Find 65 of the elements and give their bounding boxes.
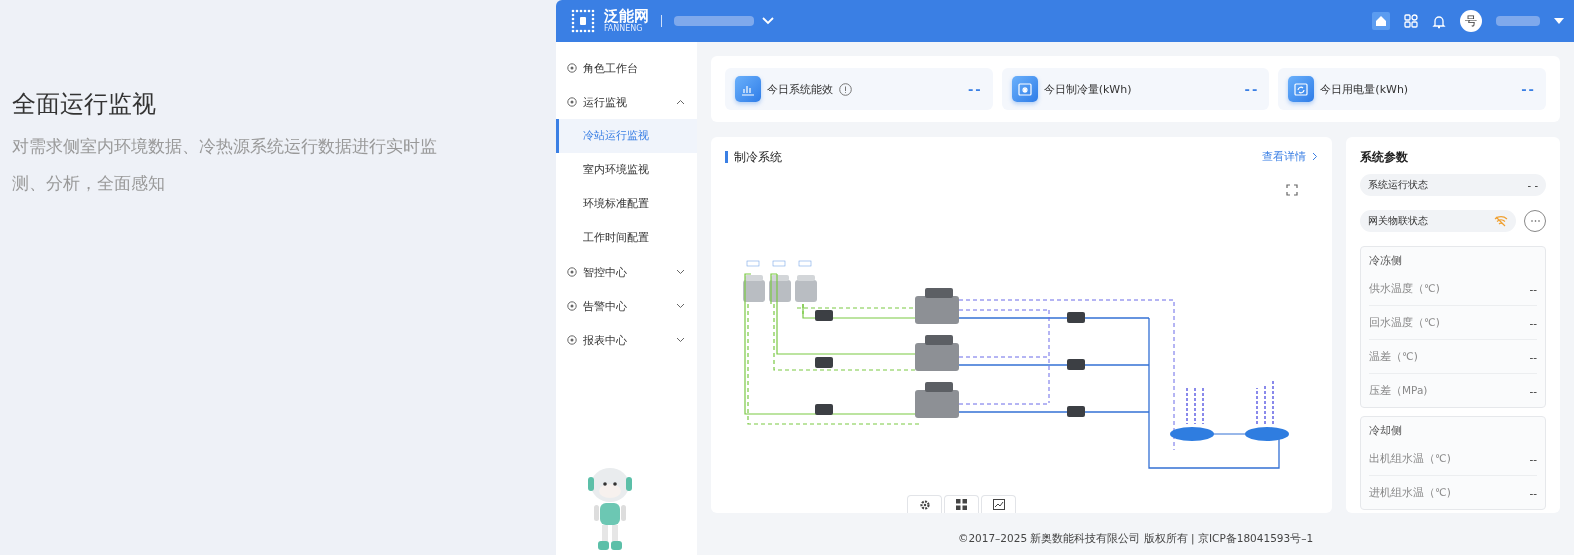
- trend-chart-button[interactable]: [981, 495, 1016, 513]
- nav-item[interactable]: 智控中心: [556, 255, 697, 289]
- card-title: 系统参数: [1360, 149, 1409, 166]
- nav-subitem[interactable]: 冷站运行监视: [556, 119, 697, 153]
- nav-subitem[interactable]: 工作时间配置: [556, 221, 697, 255]
- more-button[interactable]: [1524, 210, 1546, 232]
- chevron-right-icon: [1312, 152, 1318, 161]
- kpi-value: --: [967, 81, 983, 97]
- kpi-label: 今日用电量(kWh): [1320, 81, 1409, 97]
- param-label: 出机组水温（℃): [1369, 451, 1451, 466]
- logo-text: 泛能网: [604, 9, 649, 24]
- group-title: 冷冻侧: [1369, 253, 1403, 268]
- circle-dot-icon: [567, 335, 577, 345]
- kpi-value: --: [1521, 81, 1536, 97]
- kpi-label: 今日系统能效: [767, 81, 833, 97]
- footer-text: ©2017–2025 新奥数能科技有限公司 版权所有 | 京ICP备18041593号–1: [956, 531, 1315, 547]
- param-label: 进机组水温（℃): [1369, 485, 1451, 500]
- intro-title: 全面运行监视: [12, 89, 157, 120]
- grid-icon: [956, 499, 967, 510]
- nav-item[interactable]: 告警中心: [556, 289, 697, 323]
- circle-dot-icon: [567, 63, 577, 73]
- dot-grid-logo-icon: [570, 9, 596, 33]
- home-icon[interactable]: [1372, 12, 1390, 30]
- param-label: 回水温度（℃): [1369, 315, 1440, 330]
- circle-dot-icon: [567, 301, 577, 311]
- user-avatar[interactable]: 号: [1460, 10, 1482, 32]
- apps-icon[interactable]: [1404, 14, 1418, 28]
- wifi-icon: [1494, 215, 1508, 227]
- card-title: 制冷系统: [725, 150, 782, 163]
- grid-view-button[interactable]: [944, 495, 979, 513]
- param-value: --: [1529, 384, 1537, 397]
- circle-dot-icon: [567, 97, 577, 107]
- chevron-down-icon[interactable]: [762, 17, 774, 25]
- bell-icon[interactable]: [1432, 13, 1446, 29]
- nav-item[interactable]: 报表中心: [556, 323, 697, 357]
- logo-subtext: FANNENG: [604, 25, 643, 33]
- param-label: 供水温度（℃): [1369, 281, 1440, 296]
- param-value: --: [1529, 350, 1537, 363]
- fullscreen-icon[interactable]: [1286, 184, 1298, 196]
- param-label: 温差（℃): [1369, 349, 1418, 364]
- param-label: 压差（MPa): [1369, 383, 1428, 398]
- param-value: --: [1529, 452, 1537, 465]
- nav-item[interactable]: 角色工作台: [556, 51, 697, 85]
- param-value: --: [1529, 282, 1537, 295]
- circle-dot-icon: [567, 267, 577, 277]
- param-value: --: [1529, 316, 1537, 329]
- caret-down-icon[interactable]: [1554, 18, 1564, 24]
- details-link[interactable]: 查看详情: [1262, 149, 1318, 164]
- line-chart-icon: [992, 499, 1005, 510]
- gear-icon: [918, 498, 931, 511]
- nav-subitem[interactable]: 环境标准配置: [556, 187, 697, 221]
- kpi-label: 今日制冷量(kWh): [1043, 81, 1132, 97]
- status-label: 系统运行状态: [1368, 178, 1428, 192]
- param-value: --: [1529, 486, 1537, 499]
- nav-subitem[interactable]: 室内环境监视: [556, 153, 697, 187]
- intro-description: 对需求侧室内环境数据、冷热源系统运行数据进行实时监测、分析，全面感知: [12, 135, 438, 195]
- kpi-value: --: [1244, 81, 1260, 97]
- settings-button[interactable]: [907, 495, 942, 513]
- refresh-calendar-icon: [1288, 76, 1315, 102]
- nav-item[interactable]: 运行监视: [556, 85, 697, 119]
- group-title: 冷却侧: [1369, 423, 1403, 438]
- bar-chart-icon: [735, 76, 761, 102]
- status-label: 网关物联状态: [1368, 214, 1428, 228]
- status-value: - -: [1527, 179, 1538, 191]
- info-icon[interactable]: [839, 82, 852, 96]
